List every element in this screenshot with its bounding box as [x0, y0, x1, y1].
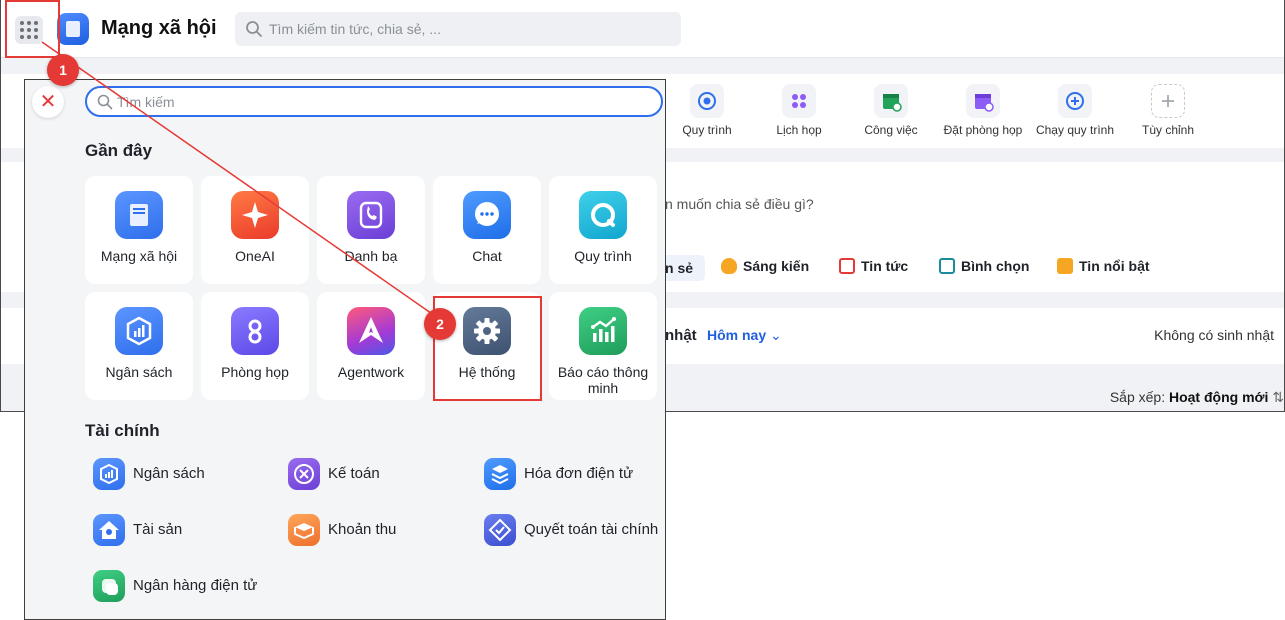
composer-prompt[interactable]: n muốn chia sẻ điều gì?: [665, 196, 814, 212]
chevron-down-icon: ⌄: [770, 327, 782, 343]
app-tile-label: Ngân sách: [105, 364, 173, 380]
process-icon: [579, 191, 627, 239]
post-type-label: Sáng kiến: [743, 258, 810, 274]
quick-action-label: Lịch họp: [776, 123, 822, 137]
app-tile-social-network[interactable]: Mạng xã hội: [85, 176, 193, 284]
post-type-label: Tin tức: [861, 258, 909, 274]
app-title: Mạng xã hội: [101, 17, 217, 39]
revenue-icon: [288, 514, 320, 546]
app-tile-chat[interactable]: Chat: [433, 176, 541, 284]
phone-book-icon: [347, 191, 395, 239]
quick-action-room-booking[interactable]: Đặt phòng họp: [933, 84, 1033, 137]
finance-app-label: Quyết toán tài chính: [524, 521, 659, 538]
post-type-label: n sẻ: [665, 260, 694, 276]
finance-app-label: Hóa đơn điện tử: [524, 465, 634, 482]
finance-app-label: Tài sản: [133, 521, 183, 538]
app-tile-label: Mạng xã hội: [100, 248, 178, 264]
accounting-icon: [288, 458, 320, 490]
social-network-logo-icon: [57, 13, 89, 45]
step-2-badge: 2: [424, 308, 456, 340]
quick-action-label: Quy trình: [682, 123, 732, 137]
app-tile-agentwork[interactable]: Agentwork: [317, 292, 425, 400]
app-tile-label: OneAI: [235, 248, 275, 264]
process-icon: [690, 84, 724, 118]
quick-action-process[interactable]: Quy trình: [657, 84, 757, 137]
post-type-news[interactable]: Tin tức: [839, 258, 908, 274]
birthday-filter-value: Hôm nay: [707, 327, 767, 343]
recent-section-title: Gần đây: [85, 141, 153, 160]
post-type-poll[interactable]: Bình chọn: [939, 258, 1029, 274]
post-type-label: Tin nổi bật: [1079, 258, 1150, 274]
task-icon: [874, 84, 908, 118]
step-1-highlight: [5, 0, 60, 58]
app-tile-process[interactable]: Quy trình: [549, 176, 657, 284]
quick-action-meeting[interactable]: Lịch họp: [749, 84, 849, 137]
quick-action-label: Công việc: [864, 123, 918, 137]
search-icon: [246, 21, 262, 37]
meeting-icon: [782, 84, 816, 118]
news-icon: [839, 258, 855, 274]
app-tile-budget[interactable]: Ngân sách: [85, 292, 193, 400]
app-launcher-panel: ✕ Gần đây Mạng xã hội OneAI Danh bạ Chat…: [24, 79, 666, 620]
agentwork-icon: [347, 307, 395, 355]
top-bar: Mạng xã hội Tìm kiếm tin tức, chia sẻ, .…: [1, 0, 1284, 58]
finance-app-label: Ngân sách: [133, 465, 205, 482]
quick-action-customize[interactable]: Tùy chỉnh: [1118, 84, 1218, 137]
quick-action-task[interactable]: Công việc: [841, 84, 941, 137]
meeting-room-icon: [231, 307, 279, 355]
sparkle-icon: [231, 191, 279, 239]
news-search-input[interactable]: Tìm kiếm tin tức, chia sẻ, ...: [235, 12, 681, 46]
app-tile-meeting-room[interactable]: Phòng họp: [201, 292, 309, 400]
search-icon: [97, 94, 113, 110]
highlight-icon: [1057, 258, 1073, 274]
close-icon: ✕: [39, 91, 57, 113]
post-type-idea[interactable]: Sáng kiến: [721, 258, 809, 274]
sort-control[interactable]: Sắp xếp: Hoạt động mới ⇅: [1110, 389, 1284, 406]
post-type-label: Bình chọn: [961, 258, 1030, 274]
finance-app-label: Khoản thu: [328, 521, 397, 538]
app-tile-label: Agentwork: [337, 364, 405, 380]
step-1-badge: 1: [47, 54, 79, 86]
launcher-search-input[interactable]: [117, 92, 637, 112]
lightbulb-icon: [721, 258, 737, 274]
birthday-empty-text: Không có sinh nhật: [1154, 327, 1274, 343]
app-tile-label: Báo cáo thông minh: [557, 364, 649, 396]
quick-action-label: Đặt phòng họp: [943, 123, 1023, 137]
poll-icon: [939, 258, 955, 274]
run-process-icon: [1058, 84, 1092, 118]
plus-icon: [1151, 84, 1185, 118]
room-booking-icon: [966, 84, 1000, 118]
finance-app-label: Ngân hàng điện tử: [133, 577, 258, 594]
search-placeholder: Tìm kiếm tin tức, chia sẻ, ...: [269, 21, 441, 37]
quick-action-run-process[interactable]: Chạy quy trình: [1025, 84, 1125, 137]
app-tile-label: Quy trình: [574, 248, 632, 264]
e-banking-icon: [93, 570, 125, 602]
asset-icon: [93, 514, 125, 546]
social-network-icon: [115, 191, 163, 239]
app-tile-smart-report[interactable]: Báo cáo thông minh: [549, 292, 657, 400]
sort-value: Hoạt động mới: [1168, 389, 1269, 405]
finance-app-label: Kế toán: [328, 465, 380, 482]
settlement-icon: [484, 514, 516, 546]
e-invoice-icon: [484, 458, 516, 490]
app-tile-label: Danh bạ: [344, 248, 398, 264]
budget-icon: [115, 307, 163, 355]
launcher-search-field[interactable]: [85, 86, 663, 117]
app-tile-oneai[interactable]: OneAI: [201, 176, 309, 284]
chat-icon: [463, 191, 511, 239]
sort-icon: ⇅: [1272, 389, 1284, 405]
finance-section-title: Tài chính: [85, 421, 160, 440]
budget-icon: [93, 458, 125, 490]
post-type-highlight[interactable]: Tin nổi bật: [1057, 258, 1150, 274]
sort-label: Sắp xếp:: [1109, 389, 1166, 405]
close-button[interactable]: ✕: [32, 86, 64, 118]
quick-action-label: Tùy chỉnh: [1141, 123, 1195, 137]
birthday-label: nhật: [665, 327, 697, 344]
birthday-filter-dropdown[interactable]: Hôm nay ⌄: [707, 327, 782, 344]
app-tile-contacts[interactable]: Danh bạ: [317, 176, 425, 284]
app-tile-label: Phòng họp: [221, 364, 289, 380]
quick-action-label: Chạy quy trình: [1035, 123, 1115, 137]
smart-report-icon: [579, 307, 627, 355]
app-tile-label: Chat: [472, 248, 502, 264]
